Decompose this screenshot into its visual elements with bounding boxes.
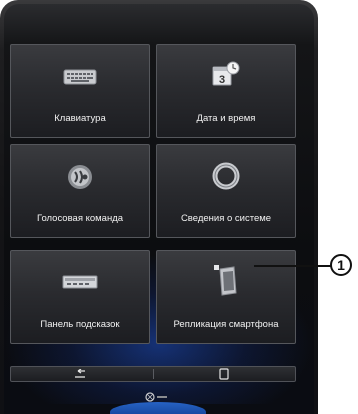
tile-keyboard[interactable]: Клавиатура xyxy=(10,44,150,138)
system-info-icon xyxy=(212,162,240,190)
hint-panel-icon xyxy=(62,275,98,289)
tile-date-time[interactable]: 3 Дата и время xyxy=(156,44,296,138)
callout-line xyxy=(254,265,336,267)
calendar-day-text: 3 xyxy=(219,74,225,86)
display-frame: Клавиатура 3 Дата и время Голосовая кома… xyxy=(0,0,318,414)
back-button[interactable] xyxy=(11,367,151,381)
tile-hint-panel[interactable]: Панель подсказок xyxy=(10,250,150,344)
phone-icon xyxy=(219,368,229,380)
bar-separator xyxy=(153,369,154,379)
keyboard-icon xyxy=(63,69,97,85)
bottom-navigation-bar xyxy=(10,366,296,382)
voice-command-icon xyxy=(68,165,92,189)
tile-hint-panel-label: Панель подсказок xyxy=(40,319,120,330)
callout-marker: 1 xyxy=(330,254,352,276)
phone-button[interactable] xyxy=(155,367,295,381)
back-arrow-icon xyxy=(75,369,85,378)
smartphone-replication-icon xyxy=(214,265,237,296)
tile-voice-command[interactable]: Голосовая команда xyxy=(10,144,150,238)
calendar-clock-icon: 3 xyxy=(212,61,240,86)
tile-date-time-label: Дата и время xyxy=(196,113,256,124)
tile-system-info-label: Сведения о системе xyxy=(180,213,272,224)
tile-smartphone-replication-label: Репликация смартфона xyxy=(173,319,279,330)
tile-system-info[interactable]: Сведения о системе xyxy=(156,144,296,238)
tile-keyboard-label: Клавиатура xyxy=(54,113,106,124)
tile-voice-command-label: Голосовая команда xyxy=(36,213,124,224)
